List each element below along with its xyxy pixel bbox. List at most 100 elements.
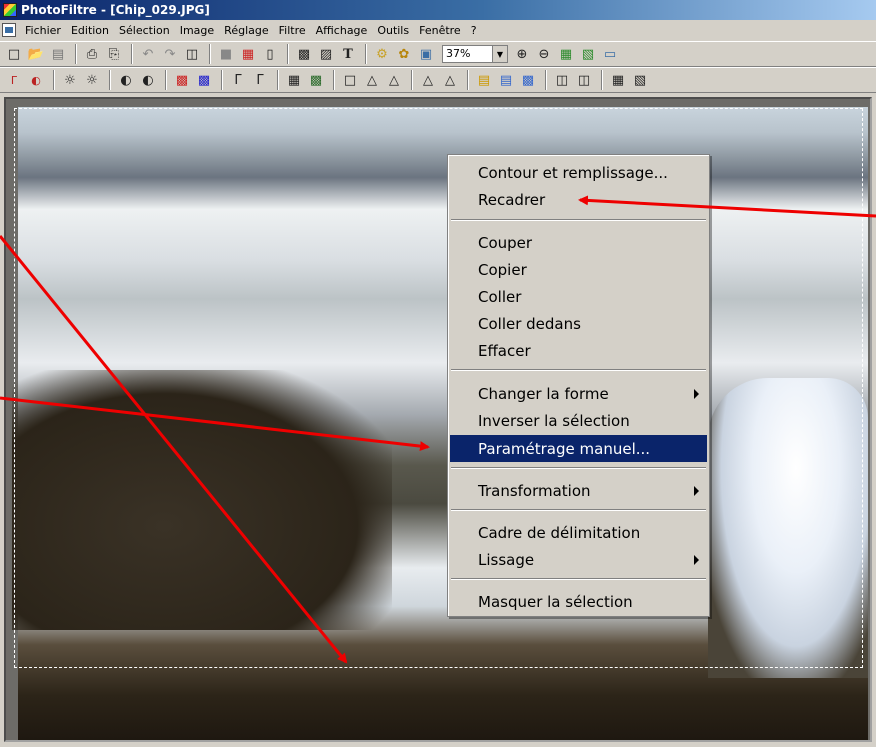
shadow-icon[interactable]: ◫ [574,70,594,90]
explorer-icon[interactable]: ⚙ [372,44,392,64]
saturation-plus-icon[interactable]: ▩ [194,70,214,90]
toolbar-separator [287,44,289,64]
flip-vertical-icon[interactable]: ▤ [496,70,516,90]
menu-item-cadre-delimitation[interactable]: Cadre de délimitation [450,519,707,546]
blur-more-icon[interactable]: △ [440,70,460,90]
menu-item-contour-remplissage[interactable]: Contour et remplissage... [450,159,707,186]
menu-fenetre[interactable]: Fenêtre [414,24,466,37]
image-size-icon[interactable]: ▯ [260,44,280,64]
frame-icon[interactable]: ▦ [608,70,628,90]
contrast-minus-icon[interactable]: ◐ [116,70,136,90]
menu-item-effacer[interactable]: Effacer [450,337,707,364]
zoom-in-icon[interactable]: ⊕ [512,44,532,64]
contrast-plus-icon[interactable]: ◐ [138,70,158,90]
gamma-plus-icon[interactable]: Γ [250,70,270,90]
soften-icon[interactable]: △ [384,70,404,90]
main-toolbar: □ 📂 ▤ ⎙ ⎘ ↶ ↷ ◫ ■ ▦ ▯ ▩ ▨ T ⚙ ✿ ▣ 37% ▼ … [0,41,876,67]
menu-outils[interactable]: Outils [372,24,414,37]
blur-icon[interactable]: △ [362,70,382,90]
sharpen-icon[interactable]: □ [340,70,360,90]
menu-filtre[interactable]: Filtre [274,24,311,37]
open-folder-icon[interactable]: 📂 [26,44,46,64]
save-icon[interactable]: ▤ [48,44,68,64]
mosaic-filter-icon[interactable]: ▩ [306,70,326,90]
menu-item-label: Transformation [478,481,591,500]
brightness-plus-icon[interactable]: ☼ [82,70,102,90]
paste-icon[interactable]: ▧ [630,70,650,90]
menu-item-lissage[interactable]: Lissage [450,546,707,573]
chevron-down-icon[interactable]: ▼ [492,45,508,63]
grayscale-icon[interactable]: ■ [216,44,236,64]
menu-separator [451,369,706,371]
menu-item-changer-forme[interactable]: Changer la forme [450,380,707,407]
zoom-level-field[interactable]: 37% [442,45,492,63]
menu-selection[interactable]: Sélection [114,24,175,37]
crop-view-icon[interactable]: ◫ [182,44,202,64]
menu-help[interactable]: ? [466,24,482,37]
brightness-minus-icon[interactable]: ☼ [60,70,80,90]
text-icon[interactable]: T [338,44,358,64]
filter-toolbar: Γ ◐ ☼ ☼ ◐ ◐ ▩ ▩ Γ Γ ▦ ▩ □ △ △ △ △ ▤ ▤ ▩ … [0,67,876,93]
menu-item-inverser-selection[interactable]: Inverser la sélection [450,407,707,434]
toolbar-separator [277,70,279,90]
transform-icon[interactable]: ▨ [316,44,336,64]
rotate-icon[interactable]: ▩ [518,70,538,90]
photofiltre-window: PhotoFiltre - [Chip_029.JPG] Fichier Edi… [0,0,876,747]
grid-filter-icon[interactable]: ▦ [284,70,304,90]
menu-item-parametrage-manuel[interactable]: Paramétrage manuel... [450,435,707,462]
menu-item-label: Lissage [478,550,535,569]
menu-item-transformation[interactable]: Transformation [450,477,707,504]
app-icon[interactable] [3,3,17,17]
new-file-icon[interactable]: □ [4,44,24,64]
menu-fichier[interactable]: Fichier [20,24,66,37]
flip-horizontal-icon[interactable]: ▤ [474,70,494,90]
zoom-out-icon[interactable]: ⊖ [534,44,554,64]
toolbar-separator [333,70,335,90]
toolbar-separator [53,70,55,90]
toolbar-separator [221,70,223,90]
auto-contrast-icon[interactable]: ◐ [26,70,46,90]
window-title: PhotoFiltre - [Chip_029.JPG] [21,3,210,17]
undo-icon[interactable]: ↶ [138,44,158,64]
document-icon[interactable] [2,23,16,37]
mirror-icon[interactable]: ◫ [552,70,572,90]
fit-window-icon[interactable]: ▦ [556,44,576,64]
menu-item-recadrer[interactable]: Recadrer [450,186,707,213]
auto-levels-icon[interactable]: Γ [4,70,24,90]
window-icon[interactable]: ▣ [416,44,436,64]
color-mode-icon[interactable]: ▦ [238,44,258,64]
saturation-minus-icon[interactable]: ▩ [172,70,192,90]
context-menu: Contour et remplissage... Recadrer Coupe… [447,154,710,617]
toolbar-separator [165,70,167,90]
menu-item-copier[interactable]: Copier [450,256,707,283]
menu-affichage[interactable]: Affichage [311,24,373,37]
menu-item-coller-dedans[interactable]: Coller dedans [450,310,707,337]
canvas-size-icon[interactable]: ▩ [294,44,314,64]
actual-size-icon[interactable]: ▧ [578,44,598,64]
menu-reglage[interactable]: Réglage [219,24,273,37]
fullscreen-icon[interactable]: ▭ [600,44,620,64]
toolbar-separator [467,70,469,90]
toolbar-separator [545,70,547,90]
menu-separator [451,578,706,580]
selection-marquee[interactable] [14,108,863,668]
menu-image[interactable]: Image [175,24,219,37]
menu-item-masquer-selection[interactable]: Masquer la sélection [450,588,707,615]
submenu-arrow-icon [694,389,699,399]
menu-bar: Fichier Edition Sélection Image Réglage … [0,20,876,40]
menu-edition[interactable]: Edition [66,24,114,37]
title-bar: PhotoFiltre - [Chip_029.JPG] [0,0,876,20]
scan-icon[interactable]: ⎘ [104,44,124,64]
toolbar-separator [131,44,133,64]
menu-item-couper[interactable]: Couper [450,229,707,256]
sharpen-more-icon[interactable]: △ [418,70,438,90]
menu-separator [451,509,706,511]
print-icon[interactable]: ⎙ [82,44,102,64]
plugins-icon[interactable]: ✿ [394,44,414,64]
toolbar-separator [75,44,77,64]
redo-icon[interactable]: ↷ [160,44,180,64]
zoom-combo[interactable]: 37% ▼ [442,45,508,63]
toolbar-separator [411,70,413,90]
menu-item-coller[interactable]: Coller [450,283,707,310]
gamma-minus-icon[interactable]: Γ [228,70,248,90]
